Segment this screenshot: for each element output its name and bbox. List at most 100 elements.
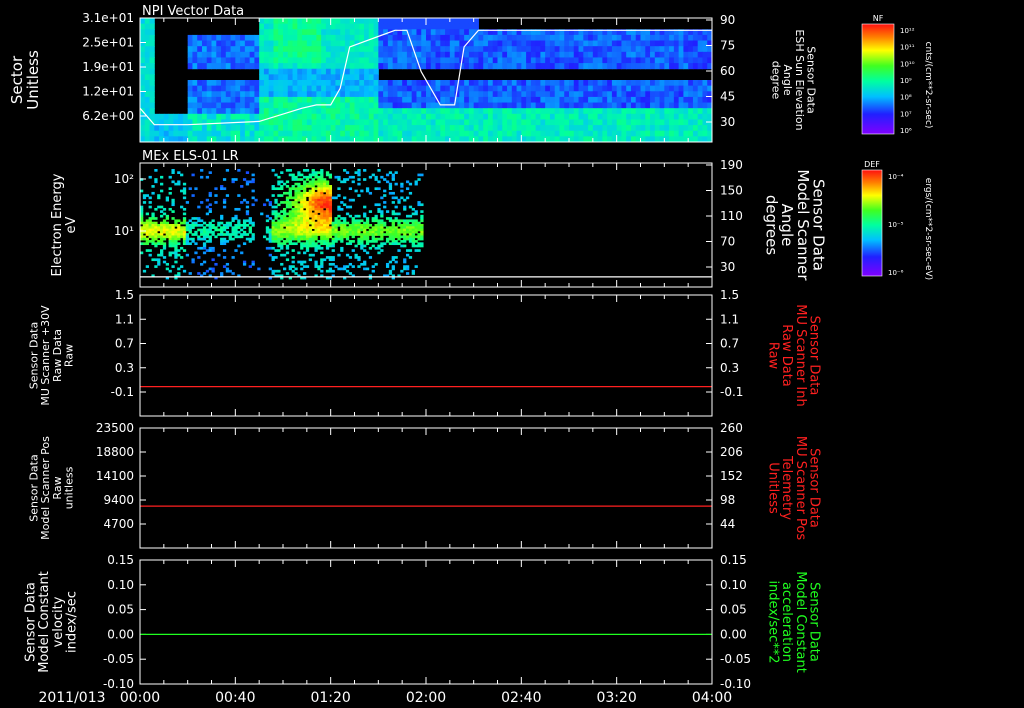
- heat-cell: [697, 46, 703, 53]
- heat-cell: [397, 96, 403, 104]
- heat-cell: [288, 210, 292, 213]
- heat-cell: [165, 262, 169, 266]
- heat-cell: [383, 130, 389, 137]
- heat-cell: [349, 130, 355, 137]
- heat-cell: [303, 221, 307, 225]
- heat-cell: [420, 226, 424, 229]
- heat-cell: [280, 219, 284, 223]
- heat-cell: [692, 96, 699, 104]
- heat-cell: [611, 51, 618, 58]
- heat-cell: [573, 91, 580, 98]
- heat-cell: [348, 224, 353, 227]
- heat-cell: [140, 130, 146, 137]
- heat-cell: [149, 34, 155, 42]
- y2-tick-label: 150: [720, 184, 743, 198]
- heat-cell: [317, 219, 321, 223]
- y2-axis-title: Sensor DataModel Constantaccelerationind…: [766, 571, 822, 673]
- heat-cell: [330, 63, 336, 70]
- heat-cell: [383, 23, 389, 30]
- heat-cell: [311, 68, 317, 75]
- heat-cell: [302, 57, 308, 64]
- heat-cell: [311, 171, 315, 174]
- heat-cell: [554, 57, 560, 64]
- heat-cell: [374, 246, 378, 250]
- y-tick-label: 0.7: [115, 337, 134, 351]
- heat-cell: [445, 23, 451, 30]
- heat-cell: [473, 46, 479, 53]
- heat-cell: [387, 23, 394, 30]
- heat-cell: [292, 51, 298, 58]
- heat-cell: [340, 201, 344, 204]
- heat-cell: [335, 46, 341, 53]
- y-tick-label: 9400: [103, 493, 134, 507]
- heat-cell: [545, 91, 551, 98]
- y-tick-label: 18800: [96, 445, 134, 459]
- heat-cell: [216, 102, 222, 109]
- heat-cell: [483, 113, 489, 120]
- colorbar-tag: DEF: [864, 160, 880, 169]
- heat-cell: [188, 219, 192, 223]
- heat-cell: [171, 240, 175, 243]
- heat-cell: [445, 130, 451, 137]
- heat-cell: [377, 221, 381, 225]
- heat-cell: [397, 224, 401, 227]
- heat-cell: [645, 125, 651, 132]
- heat-cell: [378, 113, 384, 120]
- heat-cell: [271, 224, 275, 227]
- heat-cell: [416, 46, 422, 53]
- heat-cell: [426, 102, 432, 109]
- heat-cell: [487, 57, 494, 64]
- heat-cell: [274, 256, 278, 259]
- heat-cell: [408, 235, 413, 239]
- heat-cell: [291, 242, 295, 246]
- heat-cell: [225, 102, 232, 109]
- heat-cell: [316, 46, 322, 53]
- panel-title: MEx ELS-01 LR: [142, 149, 239, 164]
- heat-cell: [248, 265, 252, 268]
- heat-cell: [278, 51, 284, 58]
- heat-cell: [592, 51, 599, 58]
- heat-cell: [291, 237, 295, 241]
- heat-cell: [535, 119, 541, 126]
- heat-cell: [305, 246, 310, 250]
- heat-cell: [320, 178, 324, 181]
- heat-cell: [659, 119, 665, 126]
- heat-cell: [640, 91, 646, 98]
- heat-cell: [174, 221, 178, 225]
- heat-cell: [317, 246, 321, 250]
- heat-cell: [330, 80, 336, 87]
- heat-cell: [240, 46, 246, 53]
- heat-cell: [291, 265, 295, 268]
- heat-cell: [268, 51, 274, 58]
- heat-cell: [311, 173, 315, 177]
- heat-cell: [225, 46, 232, 53]
- heat-cell: [288, 230, 292, 234]
- heat-cell: [273, 68, 279, 75]
- heat-cell: [373, 130, 379, 137]
- heat-cell: [340, 125, 346, 132]
- heat-cell: [303, 180, 307, 184]
- heat-cell: [288, 265, 292, 268]
- heat-cell: [408, 249, 413, 252]
- heat-cell: [288, 205, 292, 209]
- heat-cell: [268, 125, 274, 132]
- heat-cell: [368, 40, 375, 47]
- heat-cell: [383, 63, 389, 70]
- heat-cell: [400, 244, 404, 248]
- heat-cell: [311, 196, 315, 200]
- heat-cell: [220, 242, 224, 246]
- heat-cell: [316, 57, 322, 64]
- heat-cell: [305, 233, 310, 236]
- heat-cell: [357, 219, 361, 223]
- heat-cell: [180, 233, 184, 236]
- heat-cell: [165, 233, 169, 236]
- heat-cell: [208, 246, 212, 250]
- heat-cell: [344, 29, 351, 36]
- heat-cell: [549, 34, 556, 42]
- heat-cell: [354, 119, 360, 126]
- heat-cell: [325, 217, 330, 220]
- heat-cell: [273, 51, 279, 58]
- heat-cell: [669, 113, 675, 120]
- heat-cell: [331, 258, 335, 262]
- heat-cell: [335, 23, 341, 30]
